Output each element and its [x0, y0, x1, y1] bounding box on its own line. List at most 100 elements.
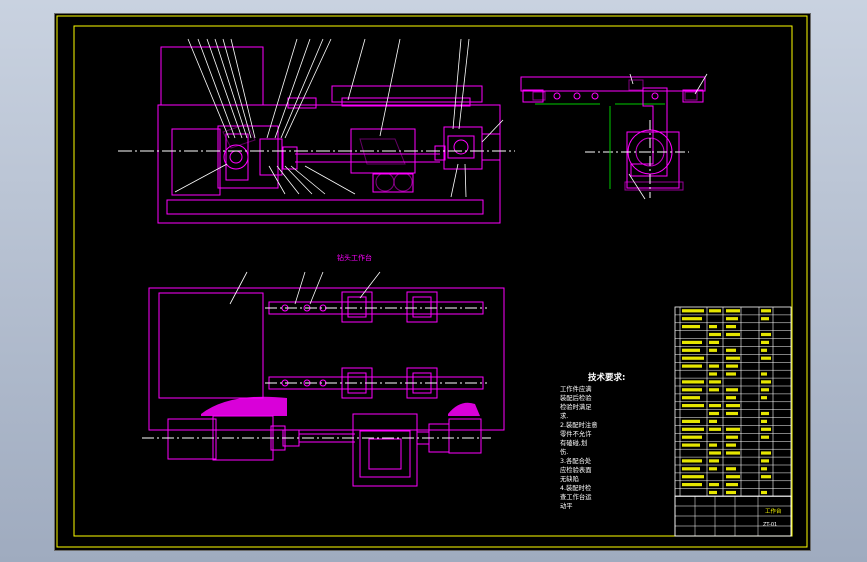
- parts-list-cell-text: [682, 459, 702, 463]
- parts-list-cell-text: [761, 490, 767, 495]
- parts-list-cell-text: [709, 332, 721, 337]
- parts-list-cell-text: [709, 451, 721, 455]
- parts-list-cell-text: [726, 309, 740, 313]
- tech-req-line: 应检验表面: [560, 465, 591, 474]
- parts-list-cell-text: [761, 451, 771, 455]
- tech-req-line: 零件不允许: [560, 429, 592, 438]
- parts-list-cell-text: [761, 317, 769, 321]
- plan-view: 钻头工作台: [142, 253, 505, 487]
- parts-list-cell-text: [761, 388, 769, 392]
- tech-req-line: 检验时满足: [560, 402, 592, 411]
- parts-list-cell-text: [761, 340, 769, 344]
- parts-list-cell-text: [726, 364, 738, 368]
- parts-list-cell-text: [761, 309, 771, 313]
- parts-list-cell-text: [726, 372, 736, 376]
- parts-list-cell-text: [682, 348, 700, 352]
- parts-list-cell-text: [709, 325, 717, 329]
- parts-list-cell-text: [709, 443, 717, 447]
- parts-list-cell-text: [726, 332, 740, 337]
- parts-list-cell-text: [726, 325, 736, 329]
- parts-list-cell-text: [709, 427, 721, 431]
- section-title: 钻头工作台: [337, 253, 372, 262]
- parts-list-cell-text: [709, 404, 721, 408]
- parts-list-cell-text: [761, 372, 767, 376]
- tech-req-line: 2.装配时注意: [560, 420, 598, 429]
- parts-list-cell-text: [709, 388, 719, 392]
- parts-list-cell-text: [726, 348, 736, 352]
- tech-req-line: 装配后检验: [560, 393, 592, 402]
- parts-list-cell-text: [726, 404, 740, 408]
- parts-list-cell-text: [709, 340, 719, 344]
- title-block: 工作台 ZT-01: [674, 495, 792, 537]
- parts-list-cell-text: [726, 317, 738, 321]
- parts-list-cell-text: [682, 404, 704, 408]
- parts-list-cell-text: [761, 427, 771, 431]
- parts-list-cell-text: [761, 475, 771, 479]
- parts-list-cell-text: [682, 388, 702, 392]
- parts-list-cell-text: [682, 356, 704, 360]
- tech-req-line: 无缺陷: [560, 474, 579, 483]
- parts-list-cell-text: [709, 419, 717, 423]
- drawing-sheet: 钻头工作台 技术要求: 工作件应满 装配后检验 检验时满足 求. 2.装配时注意…: [56, 15, 808, 548]
- cad-viewport[interactable]: 钻头工作台 技术要求: 工作件应满 装配后检验 检验时满足 求. 2.装配时注意…: [54, 13, 811, 551]
- parts-list-cell-text: [682, 419, 700, 423]
- parts-list-cell-text: [709, 380, 721, 384]
- parts-list-cell-text: [726, 443, 736, 447]
- parts-list-cell-text: [761, 435, 769, 439]
- parts-list-cell-text: [709, 411, 719, 416]
- parts-list-cell-text: [726, 451, 740, 455]
- parts-list-cell-text: [761, 459, 769, 463]
- parts-list-cell-text: [761, 356, 771, 360]
- parts-list-cell-text: [726, 483, 738, 487]
- parts-list-cell-text: [682, 427, 704, 431]
- parts-list-cell-text: [761, 467, 767, 471]
- parts-list-cell-text: [682, 317, 702, 321]
- parts-list-cell-text: [682, 467, 700, 471]
- tech-req-line: 有磕碰,划: [560, 438, 587, 447]
- parts-list-cell-text: [761, 348, 767, 352]
- tech-req-line: 查工作台运: [560, 492, 592, 501]
- tech-requirements: 技术要求: 工作件应满 装配后检验 检验时满足 求. 2.装配时注意 零件不允许…: [560, 372, 625, 510]
- parts-list-cell-text: [682, 396, 700, 400]
- top-assembly-view: [118, 38, 515, 224]
- parts-list-cell-text: [726, 490, 736, 495]
- tech-req-line: 求.: [560, 411, 568, 420]
- parts-list-cell-text: [682, 380, 704, 384]
- tech-req-line: 工作件应满: [560, 384, 591, 393]
- tech-req-line: 动平: [560, 502, 573, 510]
- parts-list-cell-text: [726, 411, 738, 416]
- tech-req-line: 伤.: [560, 447, 568, 456]
- title-block-code: ZT-01: [763, 522, 777, 528]
- parts-list-cell-text: [682, 340, 702, 344]
- parts-list-cell-text: [709, 483, 719, 487]
- parts-list-cell-text: [761, 411, 769, 416]
- parts-list-cell-text: [761, 419, 767, 423]
- hatched-section: [201, 396, 287, 416]
- parts-list-cell-text: [709, 490, 717, 495]
- parts-list-cell-text: [761, 396, 767, 400]
- parts-list-cell-text: [726, 427, 740, 431]
- parts-list-cell-text: [682, 483, 702, 487]
- title-block-name: 工作台: [765, 507, 782, 515]
- parts-list-cell-text: [709, 459, 719, 463]
- parts-list: [674, 306, 792, 537]
- tech-req-line: 3.各配合处: [560, 456, 592, 465]
- parts-list-cell-text: [761, 332, 771, 337]
- parts-list-cell-text: [682, 309, 704, 313]
- parts-list-cell-text: [761, 380, 771, 384]
- parts-list-cell-text: [682, 325, 700, 329]
- parts-list-cell-text: [726, 356, 740, 360]
- parts-list-cell-text: [726, 388, 738, 392]
- side-view: [520, 73, 708, 200]
- parts-list-cell-text: [726, 475, 740, 479]
- parts-list-cell-text: [709, 348, 717, 352]
- parts-list-cell-text: [709, 467, 717, 471]
- parts-list-cell-text: [726, 435, 738, 439]
- parts-list-cell-text: [709, 309, 721, 313]
- parts-list-cell-text: [726, 396, 736, 400]
- tech-req-title: 技术要求:: [588, 372, 625, 383]
- parts-list-cell-text: [709, 364, 719, 368]
- parts-list-cell-text: [682, 443, 700, 447]
- parts-list-cell-text: [726, 467, 736, 471]
- tech-req-line: 4.装配时检: [560, 483, 592, 492]
